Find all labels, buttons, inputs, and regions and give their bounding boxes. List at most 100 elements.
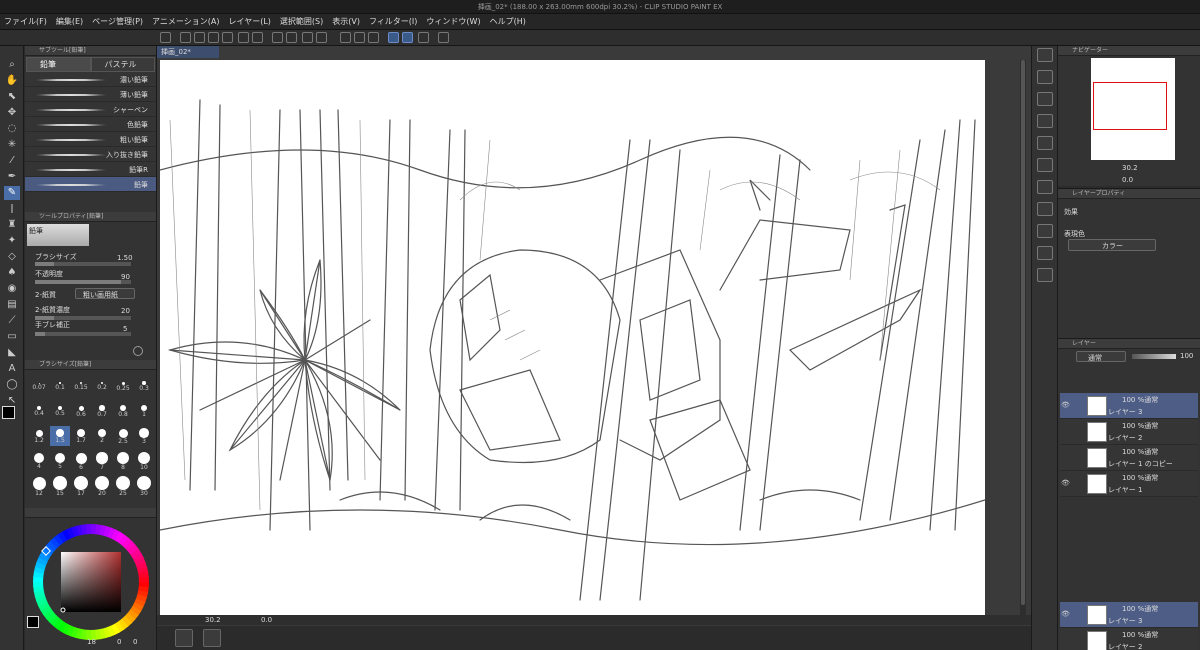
redo-icon[interactable] [252, 32, 263, 43]
gradient-tool-icon[interactable]: ▤ [4, 298, 20, 312]
menu-help[interactable]: ヘルプ(H) [490, 16, 526, 27]
invert-selection-icon[interactable] [286, 32, 297, 43]
material-icon[interactable] [1037, 136, 1053, 150]
brush-size-cell[interactable]: 7 [92, 451, 112, 471]
transform-icon[interactable] [316, 32, 327, 43]
menu-layer[interactable]: レイヤー(L) [228, 16, 270, 27]
brush-size-cell[interactable]: 10 [134, 451, 154, 471]
brush-size-cell[interactable]: 0.4 [29, 401, 49, 421]
brush-size-cell[interactable]: 1.7 [71, 426, 91, 446]
brush-item[interactable]: 粗い鉛筆 [25, 132, 156, 147]
layer-opacity-slider[interactable] [1132, 354, 1176, 359]
ruler-tool-icon[interactable]: ◣ [4, 346, 20, 360]
brush-size-slider[interactable] [35, 262, 131, 266]
brush-size-cell[interactable]: 0.2 [92, 376, 112, 396]
stabilizer-slider[interactable] [35, 332, 131, 336]
frame-tool-icon[interactable]: ▭ [4, 330, 20, 344]
pencil-tool-icon[interactable]: ✎ [4, 186, 20, 200]
brush-size-cell[interactable]: 2 [92, 426, 112, 446]
eye-icon[interactable]: 👁 [1061, 610, 1070, 618]
brush-size-cell[interactable]: 25 [113, 476, 133, 497]
menu-selection[interactable]: 選択範囲(S) [280, 16, 323, 27]
home-icon[interactable] [160, 32, 171, 43]
material-icon[interactable] [1037, 268, 1053, 282]
menu-view[interactable]: 表示(V) [332, 16, 360, 27]
fit-view-icon[interactable] [203, 629, 221, 647]
open-folder-icon[interactable] [194, 32, 205, 43]
airbrush-tool-icon[interactable]: ♜ [4, 218, 20, 232]
hue-segment[interactable] [138, 576, 149, 584]
lasso-tool-icon[interactable]: ◌ [4, 122, 20, 136]
balloon-tool-icon[interactable]: ◯ [4, 378, 20, 392]
brush-size-cell[interactable]: 1.2 [29, 426, 49, 446]
text-tool-icon[interactable]: A [4, 362, 20, 376]
settings-icon[interactable] [438, 32, 449, 43]
brush-item[interactable]: シャーペン [25, 102, 156, 117]
material-icon[interactable] [1037, 246, 1053, 260]
tab-pencil[interactable]: 鉛筆 [26, 57, 91, 72]
brush-tool-icon[interactable]: ǀ [4, 202, 20, 216]
layer-row[interactable]: 👁 100 %通常 レイヤー 3 [1060, 393, 1198, 419]
brush-item-selected[interactable]: 鉛筆 [25, 177, 156, 192]
material-icon[interactable] [1037, 70, 1053, 84]
menu-window[interactable]: ウィンドウ(W) [426, 16, 480, 27]
figure-tool-icon[interactable]: ⟋ [4, 314, 20, 328]
layer-row[interactable]: 100 %通常 レイヤー 2 [1060, 419, 1198, 445]
brush-size-cell[interactable]: 0.15 [71, 376, 91, 396]
layer-row[interactable]: 👁 100 %通常 レイヤー 3 [1060, 602, 1198, 628]
blend-tool-icon[interactable]: ♠ [4, 266, 20, 280]
undo-icon[interactable] [238, 32, 249, 43]
material-icon[interactable] [1037, 180, 1053, 194]
color-wheel[interactable] [31, 522, 151, 642]
layer-opacity-value[interactable]: 100 [1180, 352, 1193, 360]
fill-tool-icon[interactable]: ◉ [4, 282, 20, 296]
brush-size-cell[interactable]: 0.8 [113, 401, 133, 421]
operation-tool-icon[interactable]: ⬉ [4, 90, 20, 104]
eyedropper-icon[interactable]: ⁄ [4, 154, 20, 168]
brush-size-cell[interactable]: 0.5 [50, 401, 70, 421]
search-icon[interactable] [1037, 48, 1053, 62]
brush-size-cell[interactable]: 1 [134, 401, 154, 421]
brush-size-cell[interactable]: 1.5 [50, 426, 70, 446]
material-icon[interactable] [1037, 114, 1053, 128]
material-icon[interactable] [1037, 158, 1053, 172]
brush-item[interactable]: 入り抜き鉛筆 [25, 147, 156, 162]
pen-tool-icon[interactable]: ✒ [4, 170, 20, 184]
brush-item[interactable]: 鉛筆R [25, 162, 156, 177]
current-color-swatch[interactable] [27, 616, 39, 628]
eraser-tool-icon[interactable]: ◇ [4, 250, 20, 264]
fill-icon[interactable] [302, 32, 313, 43]
brush-size-cell[interactable]: 4 [29, 451, 49, 471]
menu-filter[interactable]: フィルター(I) [369, 16, 417, 27]
export-icon[interactable] [222, 32, 233, 43]
ruler-icon[interactable] [340, 32, 351, 43]
menu-edit[interactable]: 編集(E) [56, 16, 83, 27]
vertical-scrollbar[interactable] [1020, 60, 1026, 615]
brush-size-cell[interactable]: 3 [134, 426, 154, 446]
settings-icon[interactable] [133, 346, 143, 356]
brush-size-cell[interactable]: 5 [50, 451, 70, 471]
brush-size-cell[interactable]: 8 [113, 451, 133, 471]
grid-icon[interactable] [354, 32, 365, 43]
rotation-angle[interactable]: 0.0 [261, 616, 272, 624]
brush-size-cell[interactable]: 12 [29, 476, 49, 497]
navigator-angle[interactable]: 0.0 [1122, 176, 1133, 184]
canvas-paper[interactable] [160, 60, 985, 615]
eye-icon[interactable]: 👁 [1061, 401, 1070, 409]
new-file-icon[interactable] [180, 32, 191, 43]
brush-size-cell[interactable]: 17 [71, 476, 91, 497]
navigator-thumbnail[interactable] [1091, 58, 1175, 160]
magic-wand-icon[interactable]: ✳ [4, 138, 20, 152]
brush-size-cell[interactable]: 6 [71, 451, 91, 471]
snap-icon[interactable] [368, 32, 379, 43]
decoration-tool-icon[interactable]: ✦ [4, 234, 20, 248]
hand-tool-icon[interactable]: ✋ [4, 74, 20, 88]
brush-size-cell[interactable]: 0.25 [113, 376, 133, 396]
navigator-view-frame[interactable] [1093, 82, 1167, 130]
paper-density-value[interactable]: 20 [121, 307, 130, 315]
material-icon[interactable] [1037, 92, 1053, 106]
layer-row[interactable]: 👁 100 %通常 レイヤー 1 [1060, 471, 1198, 497]
move-tool-icon[interactable]: ✥ [4, 106, 20, 120]
layer-row[interactable]: 100 %通常 レイヤー 1 のコピー [1060, 445, 1198, 471]
brush-size-cell[interactable]: 0.7 [92, 401, 112, 421]
